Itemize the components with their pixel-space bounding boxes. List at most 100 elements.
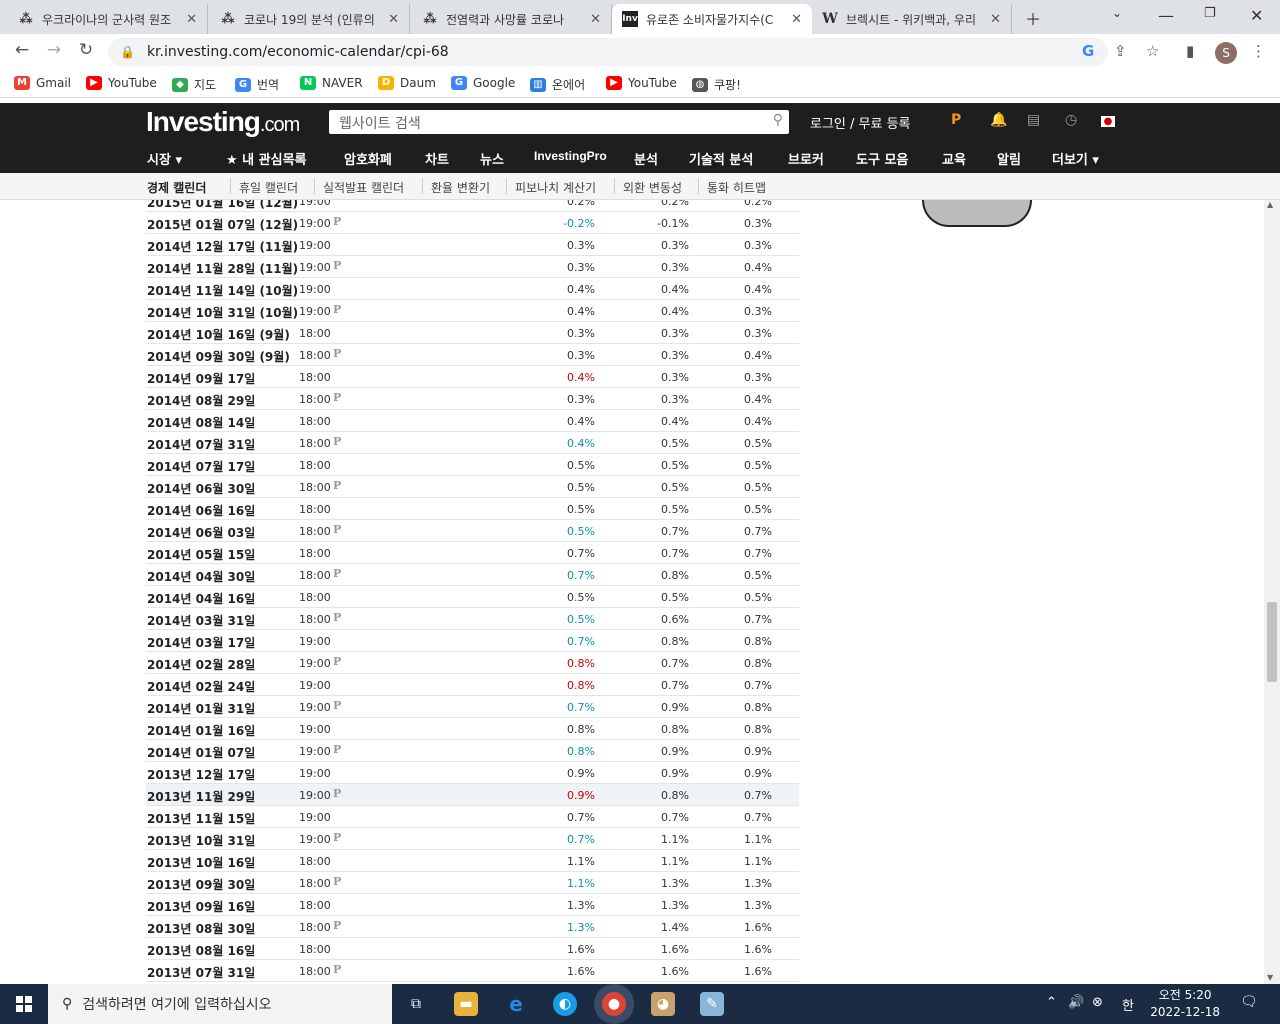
table-row[interactable]: 2014년 02월 24일 19:00 0.8% 0.7% 0.7%	[146, 674, 799, 696]
sub-nav-item[interactable]: 피보나치 계산기	[515, 179, 596, 196]
table-row[interactable]: 2014년 06월 03일 18:00 P 0.5% 0.7% 0.7%	[146, 520, 799, 542]
bell-icon[interactable]: 🔔	[990, 112, 1007, 128]
bookmark-translate[interactable]: G 번역	[235, 76, 279, 93]
close-tab-icon[interactable]: ✕	[791, 12, 802, 27]
tray-expand-icon[interactable]: ⌃	[1046, 995, 1057, 1010]
main-nav-item[interactable]: 기술적 분석	[689, 149, 753, 168]
url-bar[interactable]: 🔒 kr.investing.com/economic-calendar/cpi…	[108, 38, 1108, 66]
table-row[interactable]: 2014년 11월 14일 (10월) 19:00 0.4% 0.4% 0.4%	[146, 278, 799, 300]
task-view-icon[interactable]: ⧉	[404, 992, 428, 1016]
sub-nav-item[interactable]: 휴일 캘린더	[239, 179, 298, 196]
minimize-button[interactable]: —	[1158, 6, 1174, 25]
scrollbar-thumb[interactable]	[1267, 602, 1277, 682]
new-tab-button[interactable]: ＋	[1025, 6, 1041, 30]
table-row[interactable]: 2014년 10월 16일 (9월) 18:00 0.3% 0.3% 0.3%	[146, 322, 799, 344]
table-row[interactable]: 2014년 01월 31일 19:00 P 0.7% 0.9% 0.8%	[146, 696, 799, 718]
bookmark-google[interactable]: G Google	[451, 76, 515, 90]
close-tab-icon[interactable]: ✕	[186, 12, 197, 27]
owl-app-icon[interactable]: ◕	[651, 992, 675, 1016]
reload-icon[interactable]: ↻	[70, 40, 102, 60]
close-window-button[interactable]: ✕	[1250, 6, 1263, 25]
table-row[interactable]: 2014년 01월 16일 19:00 0.8% 0.8% 0.8%	[146, 718, 799, 740]
table-row[interactable]: 2014년 03월 17일 19:00 0.7% 0.8% 0.8%	[146, 630, 799, 652]
table-row[interactable]: 2013년 09월 16일 18:00 1.3% 1.3% 1.3%	[146, 894, 799, 916]
sub-nav-item[interactable]: 통화 히트맵	[707, 179, 766, 196]
korea-flag-icon[interactable]: ●	[1101, 116, 1115, 127]
main-nav-item[interactable]: 더보기 ▾	[1052, 149, 1099, 168]
main-nav-item[interactable]: 분석	[634, 149, 658, 168]
sub-nav-item[interactable]: 환율 변환기	[431, 179, 490, 196]
close-tab-icon[interactable]: ✕	[590, 12, 601, 27]
side-panel-icon[interactable]: ▮	[1186, 42, 1194, 60]
sub-nav-item[interactable]: 경제 캘린더	[147, 179, 206, 196]
main-nav-item[interactable]: 차트	[425, 149, 449, 168]
main-nav-item[interactable]: 시장 ▾	[147, 149, 182, 168]
network-icon[interactable]: ⊗	[1092, 995, 1103, 1010]
login-link[interactable]: 로그인 / 무료 등록	[810, 113, 911, 132]
table-row[interactable]: 2015년 01월 16일 (12월) 19:00 0.2% 0.2% 0.2%	[146, 200, 799, 212]
paint-icon[interactable]: ✎	[700, 992, 724, 1016]
avatar[interactable]: S	[1215, 42, 1237, 64]
table-row[interactable]: 2014년 08월 14일 18:00 0.4% 0.4% 0.4%	[146, 410, 799, 432]
table-row[interactable]: 2014년 06월 16일 18:00 0.5% 0.5% 0.5%	[146, 498, 799, 520]
table-row[interactable]: 2014년 10월 31일 (10월) 19:00 P 0.4% 0.4% 0.3%	[146, 300, 799, 322]
bookmark-youtube[interactable]: ▶ YouTube	[86, 76, 157, 90]
browser-tab[interactable]: W 브렉시트 - 위키백과, 우리 ✕	[812, 4, 1012, 34]
clock[interactable]: 오전 5:20 2022-12-18	[1150, 987, 1220, 1021]
table-row[interactable]: 2013년 08월 30일 18:00 P 1.3% 1.4% 1.6%	[146, 916, 799, 938]
clock-icon[interactable]: ◷	[1065, 112, 1077, 128]
menu-icon[interactable]: ⋮	[1251, 42, 1266, 60]
windows-start-button[interactable]	[0, 984, 48, 1024]
sub-nav-item[interactable]: 외환 변동성	[623, 179, 682, 196]
edge-icon[interactable]: ◐	[553, 992, 577, 1016]
scrollbar[interactable]: ▲ ▼	[1264, 200, 1280, 984]
scroll-down-icon[interactable]: ▼	[1267, 973, 1273, 982]
main-nav-item[interactable]: InvestingPro	[534, 149, 607, 163]
sub-nav-item[interactable]: 실적발표 캘린더	[323, 179, 404, 196]
table-row[interactable]: 2015년 01월 07일 (12월) 19:00 P -0.2% -0.1% 0.3%	[146, 212, 799, 234]
table-row[interactable]: 2013년 11월 29일 19:00 P 0.9% 0.8% 0.7%	[146, 784, 799, 806]
scroll-up-icon[interactable]: ▲	[1267, 200, 1273, 209]
internet-explorer-icon[interactable]: e	[504, 992, 528, 1016]
main-nav-item[interactable]: 암호화폐	[344, 149, 392, 168]
table-row[interactable]: 2013년 10월 16일 18:00 1.1% 1.1% 1.1%	[146, 850, 799, 872]
google-translate-icon[interactable]: G	[1082, 42, 1094, 60]
table-row[interactable]: 2014년 07월 31일 18:00 P 0.4% 0.5% 0.5%	[146, 432, 799, 454]
browser-tab[interactable]: ⁂ 전염력과 사망률 코로나 ✕	[412, 4, 612, 34]
bookmark-coupang[interactable]: ◍ 쿠팡!	[692, 76, 741, 93]
bookmark-daum[interactable]: D Daum	[378, 76, 436, 90]
table-row[interactable]: 2013년 11월 15일 19:00 0.7% 0.7% 0.7%	[146, 806, 799, 828]
bookmark-star-icon[interactable]: ☆	[1146, 42, 1159, 60]
table-row[interactable]: 2014년 03월 31일 18:00 P 0.5% 0.6% 0.7%	[146, 608, 799, 630]
bookmark-youtube[interactable]: ▶ YouTube	[606, 76, 677, 90]
table-row[interactable]: 2014년 05월 15일 18:00 0.7% 0.7% 0.7%	[146, 542, 799, 564]
restore-button[interactable]: ❐	[1204, 6, 1216, 21]
main-nav-item[interactable]: 교육	[942, 149, 966, 168]
chrome-icon[interactable]: ●	[602, 992, 626, 1016]
table-row[interactable]: 2013년 07월 31일 18:00 P 1.6% 1.6% 1.6%	[146, 960, 799, 982]
table-row[interactable]: 2014년 12월 17일 (11월) 19:00 0.3% 0.3% 0.3%	[146, 234, 799, 256]
bookmark-maps[interactable]: ◆ 지도	[172, 76, 216, 93]
table-row[interactable]: 2014년 09월 17일 18:00 0.4% 0.3% 0.3%	[146, 366, 799, 388]
investingpro-icon[interactable]: P	[951, 112, 961, 128]
browser-tab[interactable]: ⁂ 우크라이나의 군사력 원조 ✕	[8, 4, 208, 34]
table-row[interactable]: 2013년 10월 31일 19:00 P 0.7% 1.1% 1.1%	[146, 828, 799, 850]
browser-tab[interactable]: Inv 유로존 소비자물가지수(C ✕	[612, 4, 812, 34]
bookmark-onair[interactable]: ▥ 온에어	[530, 76, 585, 93]
browser-tab[interactable]: ⁂ 코로나 19의 분석 (인류의 ✕	[210, 4, 410, 34]
table-row[interactable]: 2013년 09월 30일 18:00 P 1.1% 1.3% 1.3%	[146, 872, 799, 894]
table-row[interactable]: 2014년 02월 28일 19:00 P 0.8% 0.7% 0.8%	[146, 652, 799, 674]
table-row[interactable]: 2014년 06월 30일 18:00 P 0.5% 0.5% 0.5%	[146, 476, 799, 498]
main-nav-item[interactable]: 브로커	[788, 149, 824, 168]
bookmark-naver[interactable]: N NAVER	[300, 76, 363, 90]
table-row[interactable]: 2014년 09월 30일 (9월) 18:00 P 0.3% 0.3% 0.4%	[146, 344, 799, 366]
notification-icon[interactable]: 🗨	[1240, 994, 1258, 1010]
main-nav-item[interactable]: 도구 모음	[856, 149, 908, 168]
file-explorer-icon[interactable]: ▬	[454, 992, 478, 1016]
table-row[interactable]: 2013년 08월 16일 18:00 1.6% 1.6% 1.6%	[146, 938, 799, 960]
main-nav-item[interactable]: 뉴스	[480, 149, 504, 168]
bookmark-gmail[interactable]: M Gmail	[14, 76, 71, 90]
briefcase-icon[interactable]: ▤	[1027, 112, 1040, 128]
investing-logo[interactable]: Investing.com	[146, 106, 300, 138]
main-nav-item[interactable]: ★ 내 관심목록	[226, 149, 307, 168]
